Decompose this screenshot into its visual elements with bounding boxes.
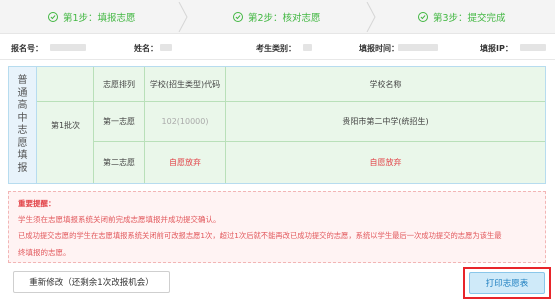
name-value-redacted: [160, 44, 172, 51]
row2-school-name: 自愿放弃: [369, 158, 402, 167]
check-circle-icon: [233, 12, 243, 22]
name-label: 姓名：: [134, 44, 158, 53]
progress-steps: 第1步：填报志愿 第2步：核对志愿 第3步：提交完成: [0, 0, 555, 34]
table-vertical-title: 普 通 高 中 志 愿 填 报: [9, 67, 37, 183]
header-school-name: 学校名称: [369, 79, 402, 89]
step-3: 第3步：提交完成: [418, 0, 506, 34]
print-button-highlight: 打印志愿表: [463, 267, 551, 299]
print-form-button[interactable]: 打印志愿表: [469, 272, 545, 294]
vertical-title-char: 填: [17, 150, 28, 161]
step-3-label: 第3步：提交完成: [433, 13, 506, 24]
fill-ip-label: 填报IP：: [480, 44, 513, 53]
volunteer-table: 普 通 高 中 志 愿 填 报 第1批次 志愿排列 学校(招生类型)代码 学校名…: [8, 66, 546, 184]
vertical-title-char: 中: [17, 112, 28, 124]
category-value-redacted: [303, 44, 312, 51]
step-2-label: 第2步：核对志愿: [248, 13, 321, 24]
applicant-info-row: 报名号： 姓名： 考生类别： 填报时间： 填报IP：: [0, 36, 555, 60]
check-circle-icon: [418, 12, 428, 22]
vertical-title-char: 高: [17, 100, 28, 111]
vertical-title-char: 志: [17, 125, 28, 136]
notice-line-2: 已成功提交志愿的学生在志愿填报系统关闭前可改报志愿1次，超过1次后就不能再改已成…: [18, 231, 502, 240]
vertical-title-char: 愿: [17, 137, 28, 149]
step-1: 第1步：填报志愿: [48, 0, 136, 34]
header-rank: 志愿排列: [103, 79, 135, 89]
category-label: 考生类别：: [256, 44, 296, 53]
exam-no-label: 报名号：: [11, 44, 43, 53]
check-circle-icon: [48, 12, 58, 22]
modify-again-button[interactable]: 重新修改（还剩余1次改报机会）: [13, 271, 170, 293]
step-1-label: 第1步：填报志愿: [63, 13, 136, 24]
batch-cell: 第1批次: [50, 120, 81, 130]
important-notice: 重要提醒： 学生须在志愿填报系统关闭前完成志愿填报并成功提交确认。 已成功提交志…: [8, 191, 546, 263]
vertical-title-char: 报: [17, 162, 28, 174]
fill-time-value-redacted: [398, 44, 438, 51]
chevron-right-icon: [366, 2, 376, 32]
header-type-code: 学校(招生类型)代码: [149, 79, 221, 89]
row1-rank: 第一志愿: [103, 117, 135, 126]
step-2: 第2步：核对志愿: [233, 0, 321, 34]
row1-school-name: 贵阳市第二中学(统招生): [342, 117, 429, 126]
vertical-title-char: 通: [17, 87, 28, 99]
notice-line-3: 终填报的志愿。: [18, 248, 71, 257]
notice-title: 重要提醒：: [18, 199, 56, 208]
row2-rank: 第二志愿: [103, 158, 135, 167]
chevron-right-icon: [178, 2, 188, 32]
row1-code: 102(10000): [161, 117, 209, 126]
fill-time-label: 填报时间：: [359, 44, 399, 53]
row2-code: 自愿放弃: [169, 158, 201, 167]
exam-no-value-redacted: [50, 44, 86, 51]
notice-line-1: 学生须在志愿填报系统关闭前完成志愿填报并成功提交确认。: [18, 215, 221, 224]
fill-ip-value-redacted: [520, 44, 546, 51]
vertical-title-char: 普: [17, 75, 28, 86]
